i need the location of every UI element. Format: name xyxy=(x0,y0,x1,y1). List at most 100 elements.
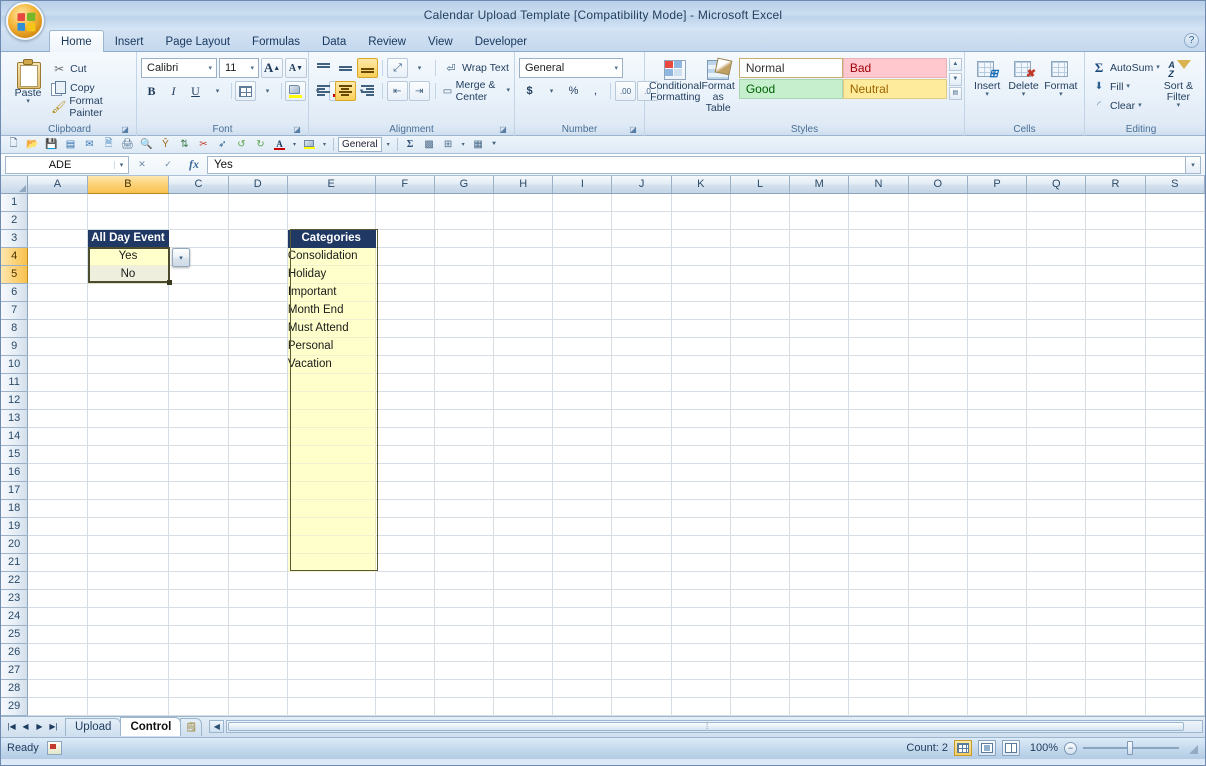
row-header-3[interactable]: 3 xyxy=(1,229,29,248)
cell-a3[interactable] xyxy=(27,229,88,248)
cell-a2[interactable] xyxy=(27,211,88,230)
zoom-slider-thumb[interactable] xyxy=(1127,741,1133,755)
cell-n14[interactable] xyxy=(848,427,909,446)
cell-m2[interactable] xyxy=(789,211,850,230)
styles-gallery-scroll[interactable]: ▲ ▼ ▤ xyxy=(948,58,962,100)
cell-c9[interactable] xyxy=(168,337,229,356)
cell-f8[interactable] xyxy=(375,319,435,338)
cell-b17[interactable] xyxy=(87,481,170,500)
chevron-down-icon[interactable]: ▾ xyxy=(248,64,256,72)
cell-f24[interactable] xyxy=(375,607,435,626)
cell-o18[interactable] xyxy=(908,499,968,518)
gallery-up-icon[interactable]: ▲ xyxy=(948,58,962,71)
cell-c23[interactable] xyxy=(168,589,229,608)
cell-i20[interactable] xyxy=(552,535,613,554)
cell-l5[interactable] xyxy=(730,265,791,284)
cell-d4[interactable] xyxy=(228,247,288,266)
cell-f22[interactable] xyxy=(375,571,435,590)
cell-e11[interactable] xyxy=(287,373,376,392)
cell-k27[interactable] xyxy=(671,661,731,680)
print-preview-icon[interactable]: 🗎 xyxy=(100,137,117,153)
cell-m21[interactable] xyxy=(789,553,850,572)
cell-d17[interactable] xyxy=(228,481,288,500)
cell-n25[interactable] xyxy=(848,625,909,644)
cell-p15[interactable] xyxy=(967,445,1028,464)
cell-n21[interactable] xyxy=(848,553,909,572)
cell-k12[interactable] xyxy=(671,391,731,410)
undo-icon[interactable]: ↺ xyxy=(233,137,250,153)
cell-l1[interactable] xyxy=(730,193,791,212)
cell-d6[interactable] xyxy=(228,283,288,302)
cell-b6[interactable] xyxy=(87,283,170,302)
cut-red-icon[interactable]: ✂ xyxy=(195,137,212,153)
cell-q9[interactable] xyxy=(1026,337,1087,356)
cell-h3[interactable] xyxy=(493,229,554,248)
cell-s26[interactable] xyxy=(1145,643,1205,662)
help-icon[interactable]: ? xyxy=(1184,33,1199,48)
percent-button[interactable]: % xyxy=(563,81,584,101)
cell-n27[interactable] xyxy=(848,661,909,680)
cell-i26[interactable] xyxy=(552,643,613,662)
first-sheet-icon[interactable]: |◀ xyxy=(5,719,18,734)
cell-q1[interactable] xyxy=(1026,193,1087,212)
cell-n24[interactable] xyxy=(848,607,909,626)
align-bottom-button[interactable] xyxy=(357,58,378,78)
cell-k22[interactable] xyxy=(671,571,731,590)
borders-dropdown-icon[interactable]: ▾ xyxy=(459,137,468,153)
cell-k18[interactable] xyxy=(671,499,731,518)
cell-h9[interactable] xyxy=(493,337,554,356)
cell-a29[interactable] xyxy=(27,697,88,716)
cell-e9[interactable]: Personal xyxy=(287,337,376,356)
cell-f10[interactable] xyxy=(375,355,435,374)
cell-l22[interactable] xyxy=(730,571,791,590)
formula-cancel-icon[interactable]: ✕ xyxy=(129,159,155,170)
cell-g14[interactable] xyxy=(434,427,495,446)
cell-s7[interactable] xyxy=(1145,301,1205,320)
row-header-29[interactable]: 29 xyxy=(1,697,29,716)
print-icon[interactable]: 🖨 xyxy=(119,137,136,153)
cell-g27[interactable] xyxy=(434,661,495,680)
next-sheet-icon[interactable]: ▶ xyxy=(33,719,46,734)
cell-e20[interactable] xyxy=(287,535,376,554)
cell-f15[interactable] xyxy=(375,445,435,464)
cell-l15[interactable] xyxy=(730,445,791,464)
chevron-down-icon[interactable]: ▾ xyxy=(612,64,620,72)
cell-e24[interactable] xyxy=(287,607,376,626)
cell-j3[interactable] xyxy=(611,229,672,248)
cell-p23[interactable] xyxy=(967,589,1028,608)
horizontal-scrollbar[interactable] xyxy=(226,720,1203,733)
cell-f9[interactable] xyxy=(375,337,435,356)
cell-o12[interactable] xyxy=(908,391,968,410)
clipboard-dialog-launcher[interactable]: ◪ xyxy=(120,125,130,135)
cell-c2[interactable] xyxy=(168,211,229,230)
cell-a7[interactable] xyxy=(27,301,88,320)
cell-a28[interactable] xyxy=(27,679,88,698)
cell-p12[interactable] xyxy=(967,391,1028,410)
cell-n10[interactable] xyxy=(848,355,909,374)
cell-e22[interactable] xyxy=(287,571,376,590)
cell-h20[interactable] xyxy=(493,535,554,554)
cell-r14[interactable] xyxy=(1085,427,1146,446)
cell-l3[interactable] xyxy=(730,229,791,248)
borders-dropdown[interactable]: ▾ xyxy=(257,81,278,101)
cell-s10[interactable] xyxy=(1145,355,1205,374)
cell-r6[interactable] xyxy=(1085,283,1146,302)
cell-c19[interactable] xyxy=(168,517,229,536)
style-good[interactable]: Good xyxy=(738,79,843,99)
cell-j17[interactable] xyxy=(611,481,672,500)
cell-c28[interactable] xyxy=(168,679,229,698)
cell-s8[interactable] xyxy=(1145,319,1205,338)
cell-m4[interactable] xyxy=(789,247,850,266)
column-header-m[interactable]: M xyxy=(789,176,850,194)
cell-e15[interactable] xyxy=(287,445,376,464)
cell-j19[interactable] xyxy=(611,517,672,536)
cell-f4[interactable] xyxy=(375,247,435,266)
cell-r23[interactable] xyxy=(1085,589,1146,608)
cell-c14[interactable] xyxy=(168,427,229,446)
cell-c21[interactable] xyxy=(168,553,229,572)
row-header-24[interactable]: 24 xyxy=(1,607,29,626)
cell-i23[interactable] xyxy=(552,589,613,608)
cell-o29[interactable] xyxy=(908,697,968,716)
cell-g16[interactable] xyxy=(434,463,495,482)
cell-p7[interactable] xyxy=(967,301,1028,320)
